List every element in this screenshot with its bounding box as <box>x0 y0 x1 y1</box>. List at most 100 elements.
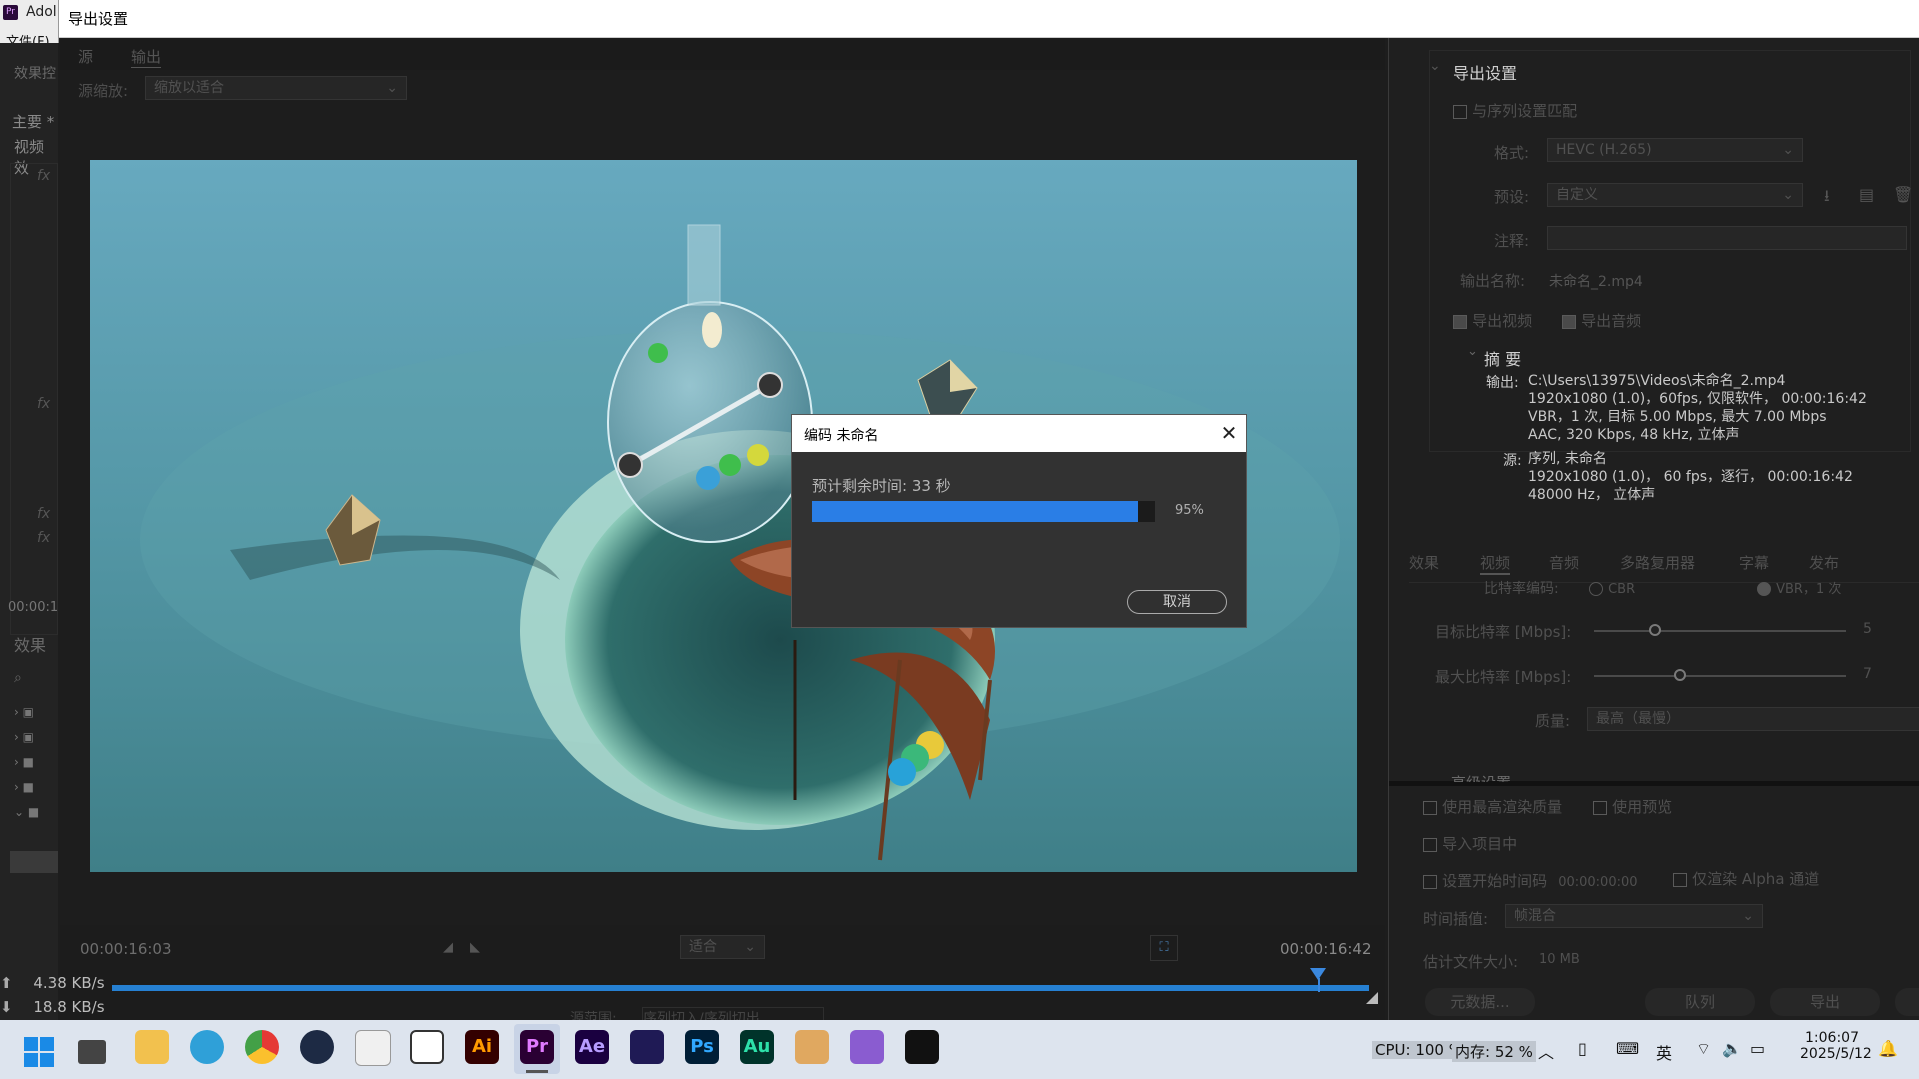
premiere-icon[interactable]: Pr <box>520 1030 554 1064</box>
preset-dropdown[interactable]: 自定义 ⌄ <box>1547 183 1803 207</box>
render-alpha-row[interactable]: 仅渲染 Alpha 通道 <box>1673 868 1819 889</box>
max-bitrate-slider-thumb[interactable] <box>1674 669 1686 681</box>
metadata-button[interactable]: 元数据... <box>1425 988 1535 1016</box>
alien-app-icon[interactable] <box>355 1030 391 1066</box>
tab-source[interactable]: 源 <box>78 46 93 67</box>
max-bitrate-slider-track[interactable] <box>1594 675 1846 677</box>
folder-icon[interactable]: › ▣ <box>14 700 39 725</box>
max-render-label: 使用最高渲染质量 <box>1442 798 1563 816</box>
export-button[interactable]: 导出 <box>1770 988 1880 1016</box>
c-app-icon[interactable] <box>795 1030 829 1064</box>
cbr-radio[interactable] <box>1589 581 1603 596</box>
format-value: HEVC (H.265) <box>1556 142 1652 158</box>
folder-icon[interactable]: › ■ <box>14 750 39 775</box>
cancel-button[interactable]: 取消 <box>1895 988 1919 1016</box>
usb-icon[interactable]: ▯ <box>1578 1039 1587 1058</box>
media-encoder-icon[interactable] <box>630 1030 664 1064</box>
cinema4d-icon[interactable] <box>300 1030 334 1064</box>
close-icon[interactable]: ✕ <box>1217 420 1241 446</box>
clock[interactable]: 1:06:07 2025/5/12 <box>1800 1030 1872 1062</box>
effects-panel-tab[interactable]: 效果 <box>14 632 46 656</box>
wifi-icon[interactable]: ⌔ <box>1696 1039 1711 1059</box>
target-bitrate-slider-track[interactable] <box>1594 630 1846 632</box>
start-timecode-row[interactable]: 设置开始时间码 00:00:00:00 <box>1423 870 1638 891</box>
export-audio-checkbox[interactable] <box>1562 314 1576 329</box>
folder-icon[interactable]: ⌄ ■ <box>14 800 39 825</box>
audition-icon[interactable]: Au <box>740 1030 774 1064</box>
battery-icon[interactable]: ▭ <box>1750 1039 1765 1058</box>
app-title: Adol <box>26 4 57 20</box>
visual-studio-icon[interactable] <box>850 1030 884 1064</box>
search-icon[interactable]: ⌕ <box>14 670 22 686</box>
folder-icon[interactable]: › ▣ <box>14 725 39 750</box>
timeline-progress-bar[interactable] <box>112 985 1369 991</box>
summary-output-path: C:\Users\13975\Videos\未命名_2.mp4 <box>1528 373 1786 389</box>
target-bitrate-slider-thumb[interactable] <box>1649 624 1661 636</box>
tab-publish[interactable]: 发布 <box>1809 552 1839 573</box>
export-video-checkbox[interactable] <box>1453 314 1467 329</box>
use-preview-checkbox[interactable] <box>1593 800 1607 815</box>
out-point-icon[interactable] <box>1366 992 1378 1004</box>
tray-expand-icon[interactable]: ︿ <box>1538 1039 1554 1063</box>
crop-icon[interactable]: ⛶ <box>1150 935 1178 961</box>
tab-output[interactable]: 输出 <box>131 46 162 68</box>
export-video-row[interactable]: 导出视频 <box>1453 310 1532 331</box>
max-render-row[interactable]: 使用最高渲染质量 <box>1423 796 1562 817</box>
start-timecode-checkbox[interactable] <box>1423 874 1437 889</box>
source-zoom-dropdown[interactable]: 缩放以适合 ⌄ <box>145 76 407 100</box>
import-preset-icon[interactable]: ▤ <box>1859 185 1874 204</box>
folder-icon[interactable]: › ■ <box>14 775 39 800</box>
mark-out-icon[interactable]: ◣ <box>470 940 480 955</box>
tab-captions[interactable]: 字幕 <box>1739 552 1769 573</box>
keyboard-icon[interactable]: ⌨ <box>1616 1039 1639 1058</box>
chrome-icon[interactable] <box>245 1030 279 1064</box>
edge-icon[interactable] <box>190 1030 224 1064</box>
chevron-down-icon[interactable]: ⌄ <box>1467 344 1478 359</box>
cbr-option[interactable]: CBR <box>1589 578 1635 597</box>
ime-indicator[interactable]: 英 <box>1656 1040 1672 1064</box>
effect-controls-tab[interactable]: 效果控 <box>14 63 56 83</box>
advanced-settings-header: 高级设置 <box>1451 772 1511 782</box>
quality-dropdown[interactable]: 最高（最慢） <box>1587 707 1919 731</box>
task-view-icon[interactable] <box>78 1040 106 1064</box>
queue-button[interactable]: 队列 <box>1645 988 1755 1016</box>
mark-in-icon[interactable]: ◢ <box>443 940 453 955</box>
save-preset-icon[interactable]: ⭳ <box>1824 185 1830 212</box>
tab-audio[interactable]: 音频 <box>1549 552 1579 573</box>
match-sequence-row[interactable]: 与序列设置匹配 <box>1453 100 1577 121</box>
export-audio-row[interactable]: 导出音频 <box>1562 310 1641 331</box>
illustrator-icon[interactable]: Ai <box>465 1030 499 1064</box>
selected-effect-row[interactable] <box>10 851 58 873</box>
import-project-checkbox[interactable] <box>1423 837 1437 852</box>
fit-dropdown[interactable]: 适合 ⌄ <box>680 935 765 959</box>
photoshop-icon[interactable]: Ps <box>685 1030 719 1064</box>
use-preview-label: 使用预览 <box>1612 798 1673 816</box>
tab-effects[interactable]: 效果 <box>1409 552 1439 573</box>
time-interp-dropdown[interactable]: 帧混合 ⌄ <box>1505 904 1763 928</box>
volume-icon[interactable]: 🔈 <box>1722 1039 1742 1058</box>
premiere-app-titlebar: Pr Adol 文件(F) <box>0 0 59 50</box>
max-render-checkbox[interactable] <box>1423 800 1437 815</box>
chevron-down-icon[interactable]: ⌄ <box>1429 58 1441 74</box>
use-preview-row[interactable]: 使用预览 <box>1593 796 1672 817</box>
comment-input[interactable] <box>1547 226 1907 250</box>
start-timecode-value[interactable]: 00:00:00:00 <box>1558 875 1637 890</box>
vbr-radio[interactable] <box>1757 581 1771 596</box>
terminal-icon[interactable] <box>905 1030 939 1064</box>
chat-app-icon[interactable] <box>410 1030 444 1064</box>
cancel-encode-button[interactable]: 取消 <box>1127 590 1227 614</box>
match-sequence-checkbox[interactable] <box>1453 104 1467 119</box>
render-alpha-checkbox[interactable] <box>1673 872 1687 887</box>
import-project-row[interactable]: 导入项目中 <box>1423 833 1517 854</box>
output-name-link[interactable]: 未命名_2.mp4 <box>1549 271 1643 291</box>
delete-preset-icon[interactable]: 🗑 <box>1893 185 1913 204</box>
tab-multiplexer[interactable]: 多路复用器 <box>1620 552 1695 573</box>
start-icon[interactable] <box>24 1037 54 1067</box>
tab-video[interactable]: 视频 <box>1480 552 1511 575</box>
summary-output-label: 输出: <box>1486 375 1519 391</box>
notification-icon[interactable]: 🔔 <box>1878 1039 1898 1058</box>
vbr-option[interactable]: VBR，1 次 <box>1757 578 1841 597</box>
format-dropdown[interactable]: HEVC (H.265) ⌄ <box>1547 138 1803 162</box>
after-effects-icon[interactable]: Ae <box>575 1030 609 1064</box>
file-explorer-icon[interactable] <box>135 1030 169 1064</box>
